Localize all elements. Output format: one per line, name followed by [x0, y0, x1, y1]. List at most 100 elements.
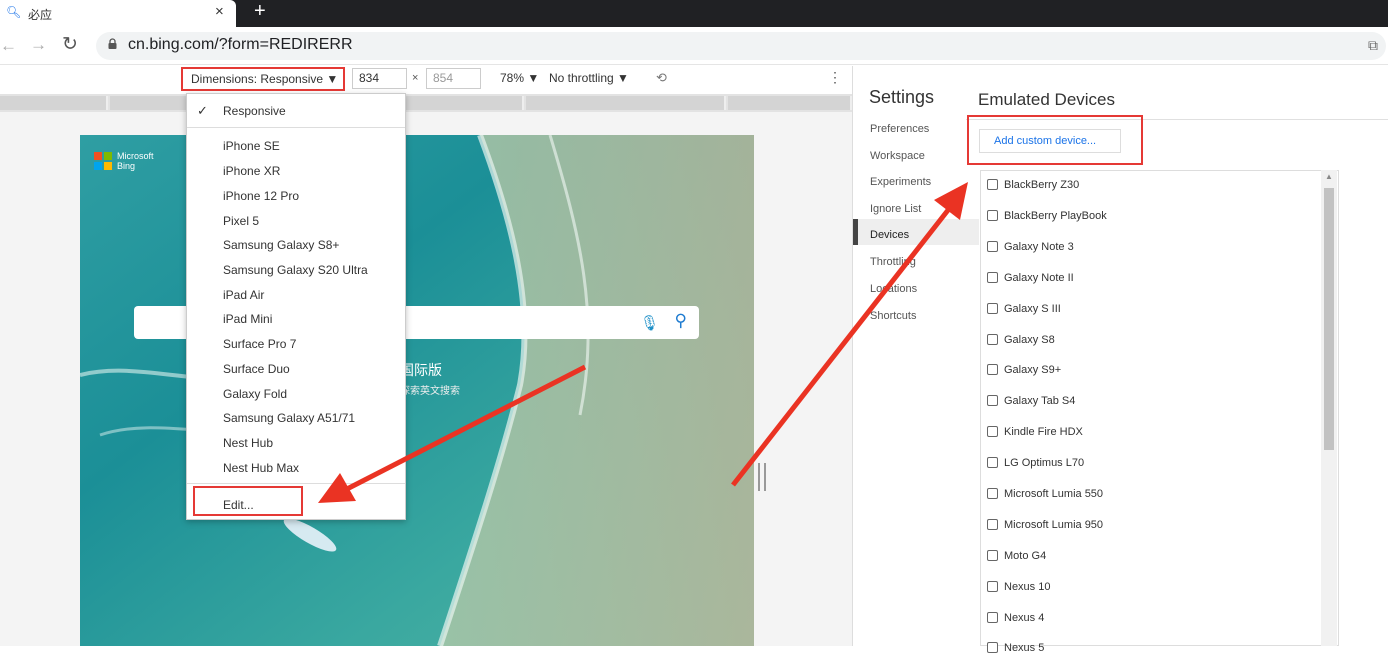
device-checkbox-row[interactable]: Microsoft Lumia 950 — [987, 519, 1103, 531]
checkbox[interactable] — [987, 612, 998, 623]
menu-item-device[interactable]: iPhone SE — [223, 139, 280, 153]
device-list-scrollbar[interactable]: ▲ — [1321, 170, 1337, 646]
promo-title[interactable]: 国际版 — [400, 360, 442, 380]
menu-item-device[interactable]: Samsung Galaxy S20 Ultra — [223, 263, 368, 277]
device-label: Microsoft Lumia 550 — [1004, 488, 1104, 500]
scrollbar-thumb[interactable] — [1324, 188, 1334, 450]
new-tab-icon[interactable]: + — [254, 0, 266, 23]
device-checkbox-row[interactable]: Galaxy Note II — [987, 272, 1074, 284]
menu-item-device[interactable]: Nest Hub — [223, 436, 273, 450]
back-icon[interactable]: ← — [0, 36, 17, 56]
menu-item-device[interactable]: iPad Mini — [223, 312, 272, 326]
url-text: cn.bing.com/?form=REDIRERR — [128, 36, 353, 53]
menu-divider — [187, 127, 405, 128]
microsoft-logo — [94, 152, 112, 170]
checkbox[interactable] — [987, 241, 998, 252]
checkbox[interactable] — [987, 272, 998, 283]
checkbox[interactable] — [987, 395, 998, 406]
menu-divider — [187, 483, 405, 484]
resize-handle[interactable] — [758, 463, 766, 491]
menu-item-device[interactable]: Samsung Galaxy A51/71 — [223, 411, 355, 425]
checkbox[interactable] — [987, 457, 998, 468]
device-checkbox-row[interactable]: BlackBerry Z30 — [987, 179, 1079, 191]
tab-bar: 🔍︎ 必应 × + — [0, 0, 1388, 27]
device-checkbox-row[interactable]: Microsoft Lumia 550 — [987, 488, 1103, 500]
emulated-devices-title: Emulated Devices — [978, 90, 1116, 109]
logo-line-2: Bing — [117, 161, 136, 171]
checkbox[interactable] — [987, 303, 998, 314]
device-label: Nexus 4 — [1004, 612, 1045, 624]
menu-item-device[interactable]: Galaxy Fold — [223, 387, 287, 401]
device-checkbox-row[interactable]: Kindle Fire HDX — [987, 426, 1083, 438]
checkbox[interactable] — [987, 334, 998, 345]
checkbox[interactable] — [987, 581, 998, 592]
media-query-ruler[interactable] — [0, 94, 852, 112]
settings-nav-locations[interactable]: Locations — [870, 283, 917, 295]
menu-item-device[interactable]: Nest Hub Max — [223, 461, 299, 475]
zoom-dropdown[interactable]: 78% ▼ — [500, 71, 539, 85]
menu-item-responsive[interactable]: Responsive — [223, 104, 286, 118]
checkbox[interactable] — [987, 426, 998, 437]
device-label: BlackBerry PlayBook — [1004, 210, 1107, 222]
device-checkbox-row[interactable]: BlackBerry PlayBook — [987, 210, 1107, 222]
device-toolbar: Dimensions: Responsive ▼ 834 × 854 78% ▼… — [0, 66, 852, 92]
device-label: Nexus 10 — [1004, 581, 1051, 593]
menu-item-device[interactable]: Surface Pro 7 — [223, 337, 296, 351]
settings-nav-experiments[interactable]: Experiments — [870, 176, 931, 188]
add-button-highlight-box: Add custom device... — [967, 115, 1143, 165]
rotate-icon[interactable]: ⟲ — [656, 70, 667, 86]
menu-item-device[interactable]: Samsung Galaxy S8+ — [223, 238, 339, 252]
device-checkbox-row[interactable]: Moto G4 — [987, 550, 1046, 562]
height-input[interactable]: 854 — [426, 68, 481, 89]
device-checkbox-row[interactable]: Galaxy Note 3 — [987, 241, 1074, 253]
device-checkbox-row[interactable]: Galaxy S9+ — [987, 364, 1061, 376]
scroll-up-icon[interactable]: ▲ — [1325, 172, 1333, 181]
checkbox[interactable] — [987, 519, 998, 530]
menu-item-device[interactable]: Pixel 5 — [223, 214, 259, 228]
close-icon[interactable]: × — [215, 3, 224, 20]
checkbox[interactable] — [987, 550, 998, 561]
reload-icon[interactable]: ↻ — [62, 33, 78, 56]
microphone-icon[interactable]: 🎙︎ — [640, 314, 659, 332]
settings-nav-shortcuts[interactable]: Shortcuts — [870, 310, 916, 322]
browser-tab[interactable]: 🔍︎ 必应 × — [0, 0, 236, 27]
search-icon[interactable]: ⚲ — [675, 311, 687, 331]
device-label: BlackBerry Z30 — [1004, 179, 1080, 191]
settings-nav-devices[interactable]: Devices — [870, 229, 909, 241]
device-checkbox-row[interactable]: Nexus 10 — [987, 581, 1050, 593]
width-input[interactable]: 834 — [352, 68, 407, 89]
search-icon: 🔍︎ — [6, 5, 22, 19]
settings-nav-throttling[interactable]: Throttling — [870, 256, 916, 268]
menu-item-device[interactable]: iPhone 12 Pro — [223, 189, 299, 203]
browser-toolbar: ← → ↻ cn.bing.com/?form=REDIRERR ⧉ — [0, 27, 1388, 65]
dimensions-menu: ✓ Responsive iPhone SE iPhone XR iPhone … — [186, 93, 406, 520]
settings-nav-workspace[interactable]: Workspace — [870, 150, 925, 162]
menu-item-device[interactable]: iPhone XR — [223, 164, 280, 178]
device-label: Moto G4 — [1004, 550, 1047, 562]
dimensions-dropdown[interactable]: Dimensions: Responsive ▼ — [181, 67, 345, 91]
settings-nav-ignore-list[interactable]: Ignore List — [870, 203, 921, 215]
device-checkbox-row[interactable]: Nexus 4 — [987, 612, 1044, 624]
device-checkbox-row[interactable]: Galaxy S III — [987, 303, 1061, 315]
device-checkbox-row[interactable]: Galaxy Tab S4 — [987, 395, 1075, 407]
menu-item-device[interactable]: iPad Air — [223, 288, 264, 302]
forward-icon[interactable]: → — [30, 35, 47, 55]
checkbox[interactable] — [987, 642, 998, 653]
more-options-icon[interactable]: ⋮ — [828, 69, 842, 86]
checkbox[interactable] — [987, 179, 998, 190]
logo-line-1: Microsoft — [117, 151, 154, 161]
throttling-dropdown[interactable]: No throttling ▼ — [549, 71, 629, 85]
menu-item-device[interactable]: Surface Duo — [223, 362, 290, 376]
add-custom-device-button[interactable]: Add custom device... — [979, 129, 1121, 153]
device-checkbox-row[interactable]: Nexus 5 — [987, 642, 1044, 654]
checkbox[interactable] — [987, 488, 998, 499]
checkbox[interactable] — [987, 364, 998, 375]
device-checkbox-row[interactable]: Galaxy S8 — [987, 334, 1055, 346]
device-checkbox-row[interactable]: LG Optimus L70 — [987, 457, 1084, 469]
share-icon[interactable]: ⧉ — [1368, 37, 1378, 54]
address-bar[interactable]: cn.bing.com/?form=REDIRERR ⧉ — [96, 32, 1386, 60]
settings-nav-preferences[interactable]: Preferences — [870, 123, 929, 135]
device-label: Kindle Fire HDX — [1004, 426, 1083, 438]
device-label: Galaxy Note 3 — [1004, 241, 1074, 253]
checkbox[interactable] — [987, 210, 998, 221]
